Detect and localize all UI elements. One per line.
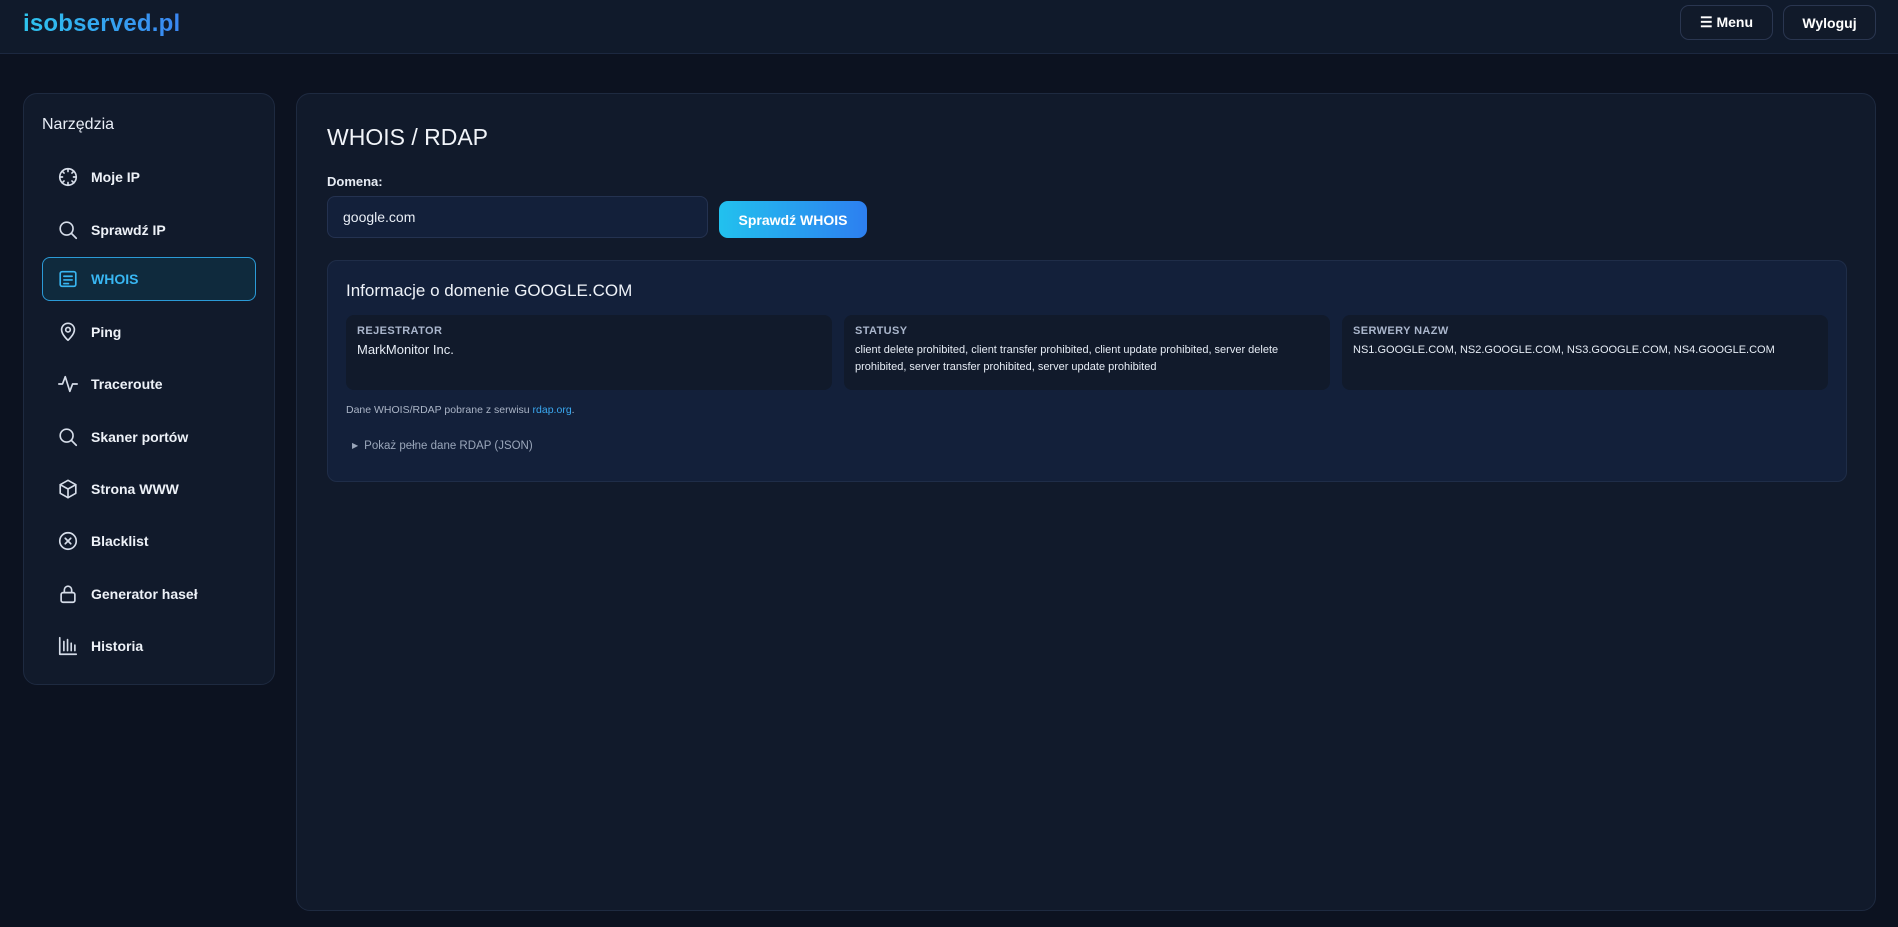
result-title: Informacje o domenie GOOGLE.COM xyxy=(346,281,633,300)
nameservers-box: SERWERY NAZW NS1.GOOGLE.COM, NS2.GOOGLE.… xyxy=(1342,315,1828,390)
registrar-value: MarkMonitor Inc. xyxy=(357,342,454,357)
rdap-link[interactable]: rdap.org xyxy=(533,404,572,416)
lock-icon xyxy=(56,582,80,606)
search-icon xyxy=(56,218,80,242)
search-icon xyxy=(56,425,80,449)
status-label: STATUSY xyxy=(855,325,908,337)
status-box: STATUSY client delete prohibited, client… xyxy=(844,315,1330,390)
sidebar-item-ping[interactable]: Ping xyxy=(42,310,256,354)
cube-icon xyxy=(56,477,80,501)
source-note: Dane WHOIS/RDAP pobrane z serwisu rdap.o… xyxy=(346,404,575,416)
whois-result-card: Informacje o domenie GOOGLE.COM REJESTRA… xyxy=(327,260,1847,482)
domain-label: Domena: xyxy=(327,174,383,189)
map-pin-icon xyxy=(56,320,80,344)
domain-input[interactable] xyxy=(327,196,708,238)
status-value: client delete prohibited, client transfe… xyxy=(855,344,1279,373)
sidebar-item-traceroute[interactable]: Traceroute xyxy=(42,362,256,406)
sidebar-item-label: Historia xyxy=(91,638,144,654)
logout-button[interactable]: Wyloguj xyxy=(1783,5,1876,40)
sidebar-item-sprawdz-ip[interactable]: Sprawdź IP xyxy=(42,208,256,252)
sidebar-item-label: Strona WWW xyxy=(91,481,179,497)
sidebar-item-moje-ip[interactable]: Moje IP xyxy=(42,155,256,199)
sidebar-item-label: Traceroute xyxy=(91,376,163,392)
sidebar-item-generator-hasel[interactable]: Generator haseł xyxy=(42,572,256,616)
sidebar-item-label: Ping xyxy=(91,324,122,340)
dial-icon xyxy=(56,165,80,189)
check-whois-button[interactable]: Sprawdź WHOIS xyxy=(719,201,867,238)
sidebar-item-label: WHOIS xyxy=(91,271,139,287)
x-circle-icon xyxy=(56,529,80,553)
json-toggle-label: Pokaż pełne dane RDAP (JSON) xyxy=(364,440,533,452)
activity-icon xyxy=(56,372,80,396)
sidebar-item-label: Skaner portów xyxy=(91,429,189,445)
registrar-box: REJESTRATOR MarkMonitor Inc. xyxy=(346,315,832,390)
document-icon xyxy=(56,267,80,291)
sidebar-item-whois[interactable]: WHOIS xyxy=(42,257,256,301)
sidebar-item-label: Sprawdź IP xyxy=(91,222,166,238)
sidebar-item-blacklist[interactable]: Blacklist xyxy=(42,519,256,563)
menu-button-label: ☰ Menu xyxy=(1700,14,1753,30)
bar-chart-icon xyxy=(56,634,80,658)
registrar-label: REJESTRATOR xyxy=(357,325,443,337)
main-panel: WHOIS / RDAP Domena: Sprawdź WHOIS Infor… xyxy=(296,93,1876,911)
sidebar-item-label: Blacklist xyxy=(91,533,149,549)
source-prefix: Dane WHOIS/RDAP pobrane z serwisu xyxy=(346,404,533,416)
top-bar: isobserved.pl ☰ Menu Wyloguj xyxy=(0,0,1898,54)
sidebar-title: Narzędzia xyxy=(42,116,115,133)
sidebar-item-label: Moje IP xyxy=(91,169,141,185)
page-title: WHOIS / RDAP xyxy=(327,124,489,150)
sidebar-item-label: Generator haseł xyxy=(91,586,198,602)
sidebar: Narzędzia Moje IP Sprawdź IP WHOIS Ping … xyxy=(23,93,275,685)
sidebar-item-skaner-portow[interactable]: Skaner portów xyxy=(42,415,256,459)
source-suffix: . xyxy=(571,404,575,416)
sidebar-item-historia[interactable]: Historia xyxy=(42,624,256,668)
triangle-right-icon: ▶ xyxy=(352,441,359,450)
sidebar-item-strona-www[interactable]: Strona WWW xyxy=(42,467,256,511)
nameservers-value: NS1.GOOGLE.COM, NS2.GOOGLE.COM, NS3.GOOG… xyxy=(1353,344,1775,356)
json-toggle[interactable]: ▶ Pokaż pełne dane RDAP (JSON) xyxy=(352,440,533,452)
nameservers-label: SERWERY NAZW xyxy=(1353,325,1449,337)
app-logo[interactable]: isobserved.pl xyxy=(23,10,180,38)
menu-button[interactable]: ☰ Menu xyxy=(1680,5,1773,40)
